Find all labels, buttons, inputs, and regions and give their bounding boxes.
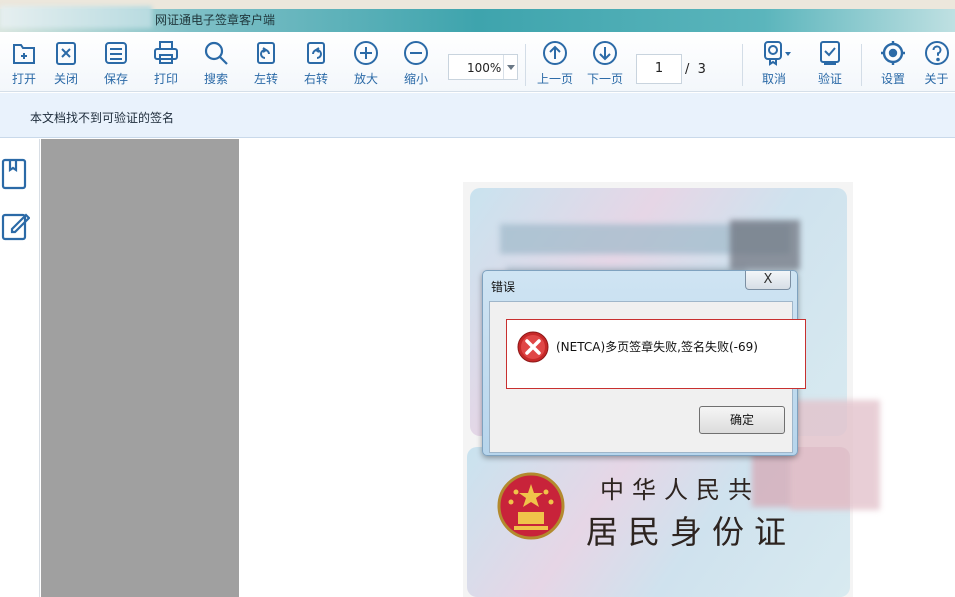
rotate-left-icon [257, 42, 275, 64]
signature-status-message: 本文档找不到可验证的签名 [30, 111, 175, 125]
rotate-left-label: 左转 [253, 72, 278, 86]
save-icon [105, 42, 127, 64]
toolbar: 打开 关闭 保存 打印 搜索 左转 右转 放大 缩小 100% 上一页 下一页 … [0, 32, 955, 92]
cancel-seal-icon [764, 41, 782, 66]
chevron-down-icon[interactable] [503, 55, 517, 79]
close-label: 关闭 [53, 72, 78, 86]
save-button[interactable]: 保存 [92, 40, 140, 88]
error-dialog: 错误 X (NETCA)多页签章失败,签名失败(-69) 确定 [482, 270, 806, 456]
search-label: 搜索 [203, 72, 228, 86]
close-doc-icon [56, 42, 76, 65]
search-icon [204, 41, 228, 65]
viewer-gutter [41, 139, 239, 597]
cancel-dropdown-caret[interactable] [785, 52, 791, 56]
toolbar-divider [861, 44, 862, 86]
zoom-in-icon [354, 41, 378, 65]
zoom-out-label: 缩小 [403, 72, 428, 86]
about-icon [924, 41, 949, 65]
zoom-out-button[interactable]: 缩小 [392, 40, 440, 88]
close-icon: X [763, 272, 773, 287]
bookmark-icon [1, 158, 27, 190]
annotate-icon [1, 213, 31, 241]
print-label: 打印 [153, 72, 178, 86]
window-title: 网证通电子签章客户端 [155, 13, 276, 27]
search-button[interactable]: 搜索 [192, 40, 240, 88]
blurred-region [790, 400, 880, 510]
print-icon [154, 41, 178, 64]
annotate-panel-button[interactable] [0, 209, 31, 243]
open-label: 打开 [11, 72, 36, 86]
ok-button[interactable]: 确定 [699, 406, 785, 434]
national-emblem-icon [496, 470, 566, 544]
zoom-out-icon [404, 41, 428, 65]
dialog-body: (NETCA)多页签章失败,签名失败(-69) 确定 [489, 301, 806, 453]
settings-label: 设置 [880, 72, 905, 86]
blurred-photo-region [730, 220, 800, 270]
cancel-seal-button[interactable]: 取消 [750, 40, 798, 88]
verify-icon [820, 41, 840, 65]
error-message: (NETCA)多页签章失败,签名失败(-69) [556, 340, 758, 354]
id-card-heading-line2: 居民身份证 [586, 513, 797, 551]
close-button[interactable]: 关闭 [42, 40, 90, 88]
next-page-label: 下一页 [586, 72, 623, 86]
next-page-icon [593, 41, 617, 65]
prev-page-label: 上一页 [536, 72, 573, 86]
prev-page-button[interactable]: 上一页 [530, 40, 580, 88]
next-page-button[interactable]: 下一页 [580, 40, 630, 88]
zoom-select[interactable]: 100% [448, 54, 518, 80]
verify-label: 验证 [817, 72, 842, 86]
dialog-title: 错误 [491, 280, 516, 294]
rotate-right-icon [307, 42, 325, 64]
error-icon [517, 331, 549, 363]
open-file-icon [13, 44, 35, 64]
total-pages: 3 [697, 62, 706, 77]
toolbar-divider [525, 44, 526, 86]
print-button[interactable]: 打印 [142, 40, 190, 88]
rotate-left-button[interactable]: 左转 [242, 40, 290, 88]
title-bar: 网证通电子签章客户端 [0, 0, 955, 32]
zoom-in-button[interactable]: 放大 [342, 40, 390, 88]
prev-page-icon [543, 41, 567, 65]
about-label: 关于 [924, 72, 949, 86]
page-count: / 3 [685, 62, 706, 77]
save-label: 保存 [103, 72, 128, 86]
title-blurred-area [0, 6, 152, 28]
dialog-message-area: (NETCA)多页签章失败,签名失败(-69) [506, 319, 806, 389]
open-button[interactable]: 打开 [0, 40, 48, 88]
verify-button[interactable]: 验证 [806, 40, 854, 88]
signature-info-bar: 本文档找不到可验证的签名 [0, 93, 955, 138]
settings-icon [881, 41, 905, 65]
page-separator: / [685, 62, 690, 77]
dialog-close-button[interactable]: X [745, 271, 791, 290]
page-number-input[interactable]: 1 [636, 54, 682, 84]
side-panel [0, 139, 40, 597]
rotate-right-label: 右转 [303, 72, 328, 86]
bookmark-panel-button[interactable] [0, 157, 30, 191]
toolbar-divider [742, 44, 743, 86]
about-button[interactable]: 关于 [918, 40, 955, 88]
zoom-value: 100% [467, 61, 502, 75]
settings-button[interactable]: 设置 [869, 40, 917, 88]
id-card-heading-line1: 中华人民共 [600, 476, 760, 504]
rotate-right-button[interactable]: 右转 [292, 40, 340, 88]
cancel-seal-label: 取消 [761, 72, 786, 86]
zoom-in-label: 放大 [353, 72, 378, 86]
